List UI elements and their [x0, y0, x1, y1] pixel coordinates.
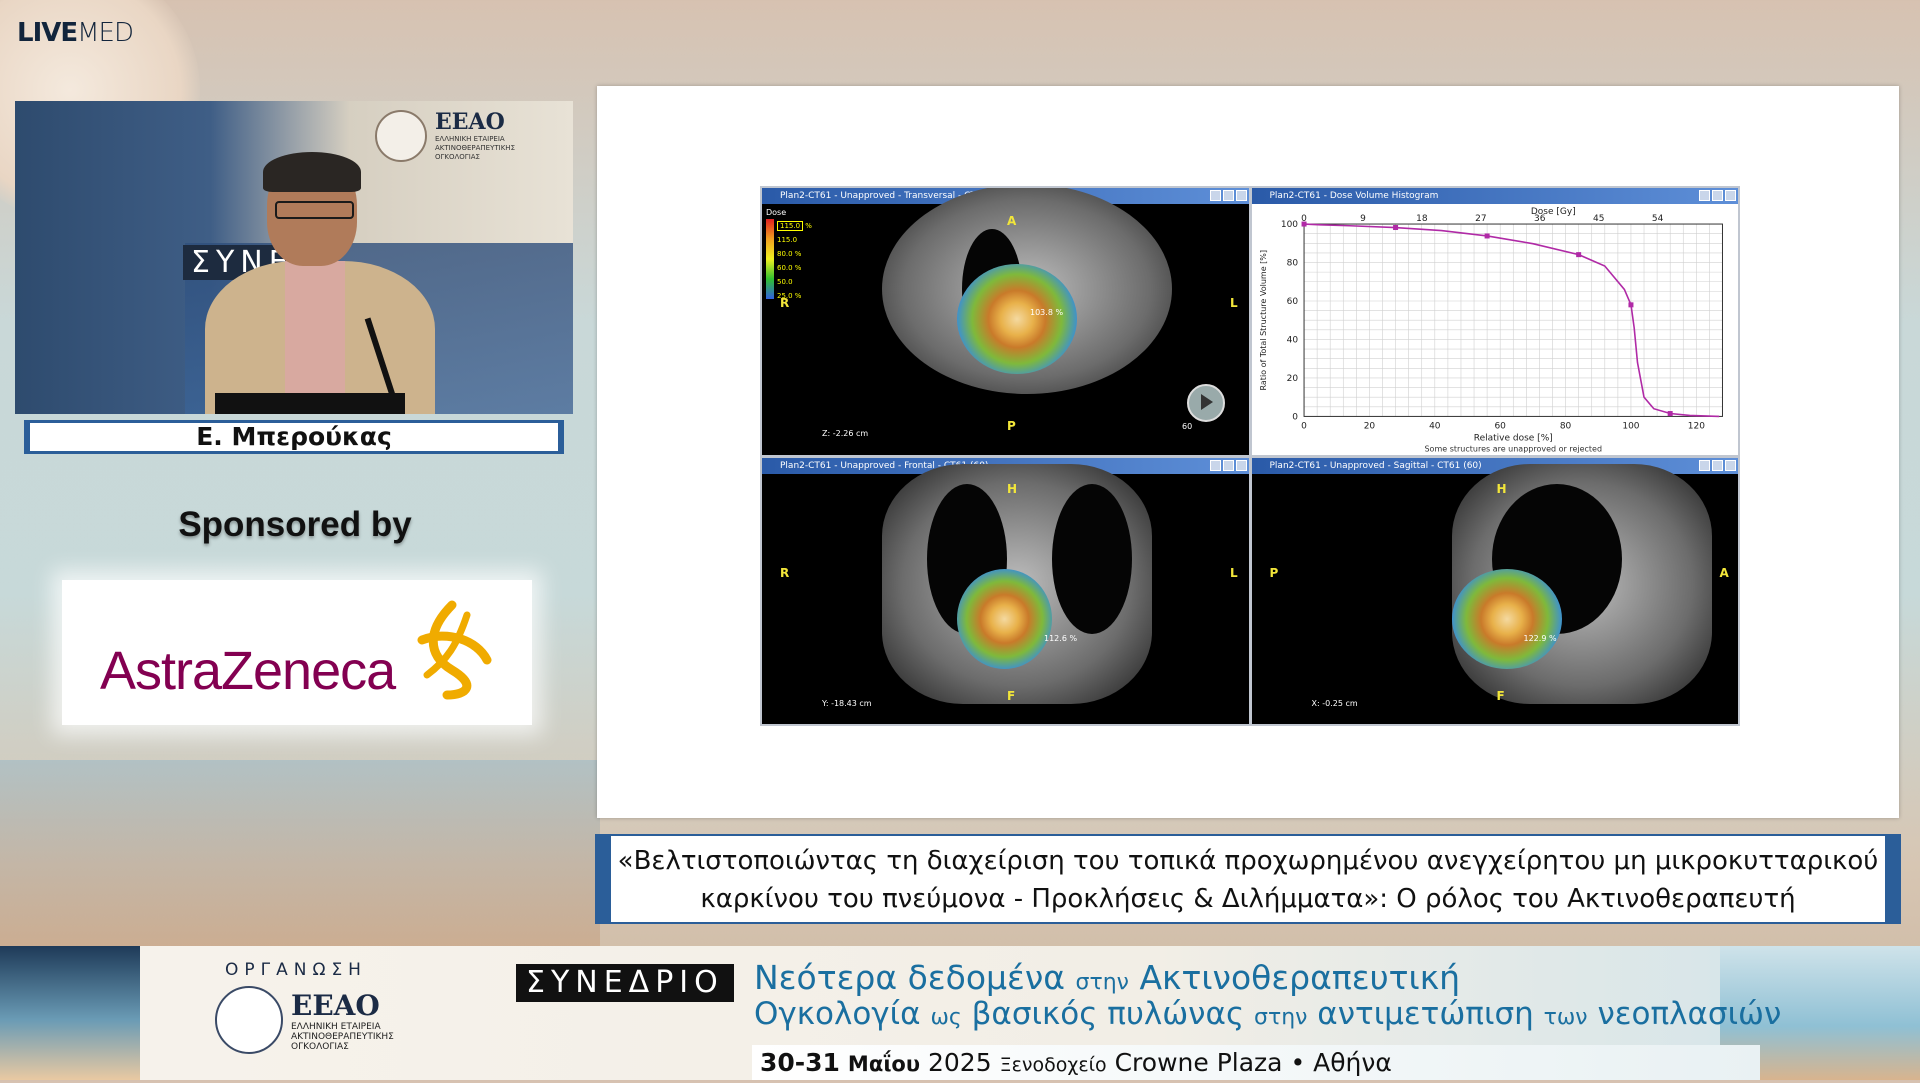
y-tick-label: 40 — [1286, 335, 1298, 345]
speaker-video: ΣΥΝΕ ΕΕΑΟ ΕΛΛΗΝΙΚΗ ΕΤΑΙΡΕΙΑ ΑΚΤΙΝΟΘΕΡΑΠΕ… — [15, 101, 573, 414]
dvh-point — [1627, 302, 1633, 308]
x-tick-label: 60 — [1494, 421, 1506, 431]
x-tick-label: 120 — [1687, 421, 1704, 431]
play-button[interactable] — [1187, 384, 1225, 422]
maximize-icon[interactable] — [1222, 459, 1234, 471]
dvh-point — [1484, 233, 1490, 239]
sagittal-view: Plan2-CT61 - Unapproved - Sagittal - CT6… — [1251, 457, 1738, 724]
x-tick-label: 40 — [1429, 421, 1441, 431]
chart-note: Some structures are unapproved or reject… — [1424, 444, 1602, 453]
maximize-icon[interactable] — [1712, 459, 1723, 471]
x-top-tick-label: 45 — [1592, 214, 1603, 224]
close-icon[interactable] — [1725, 190, 1736, 201]
seal-icon — [375, 109, 427, 162]
maximize-icon[interactable] — [1712, 190, 1723, 201]
synedrio-label: ΣΥΝΕΔΡΙΟ — [516, 964, 734, 1002]
x-tick-label: 20 — [1363, 421, 1375, 431]
dvh-point — [1392, 224, 1398, 231]
talk-title: «Βελτιστοποιώντας τη διαχείριση του τοπι… — [595, 834, 1901, 924]
astrazeneca-symbol-icon — [417, 600, 492, 700]
x-tick-label: 0 — [1301, 421, 1307, 431]
treatment-plan-grid: Plan2-CT61 - Unapproved - Transversal - … — [760, 186, 1740, 726]
maximize-icon[interactable] — [1222, 190, 1234, 201]
pane-titlebar: Plan2-CT61 - Dose Volume Histogram — [1251, 188, 1738, 204]
dose-distribution — [1451, 568, 1562, 669]
dvh-point — [1667, 411, 1673, 417]
organizer-label: ΟΡΓΑΝΩΣΗ — [225, 960, 367, 980]
x-top-tick-label: 18 — [1416, 214, 1428, 224]
minimize-icon[interactable] — [1209, 459, 1221, 471]
sponsor-logo: AstraZeneca — [62, 580, 532, 725]
y-tick-label: 60 — [1286, 297, 1298, 307]
x-top-tick-label: 27 — [1475, 214, 1486, 224]
close-icon[interactable] — [1235, 459, 1247, 471]
livemed-logo: LIVEMED — [17, 18, 134, 48]
dose-legend: Dose 115.0 % 115.0 80.0 % 60.0 % 50.0 25… — [766, 208, 812, 300]
footer-artwork-left — [0, 946, 140, 1080]
x-axis-label: Relative dose [%] — [1473, 433, 1552, 443]
dose-distribution — [957, 264, 1077, 374]
backdrop-org-logo: ΕΕΑΟ ΕΛΛΗΝΙΚΗ ΕΤΑΙΡΕΙΑ ΑΚΤΙΝΟΘΕΡΑΠΕΥΤΙΚΗ… — [375, 109, 525, 162]
y-tick-label: 80 — [1286, 259, 1298, 269]
conference-date-venue: 30-31 Μαΐου 2025 Ξενοδοχείο Crowne Plaza… — [752, 1045, 1760, 1080]
conference-title-line2: Ογκολογία ως βασικός πυλώνας στην αντιμε… — [754, 996, 1782, 1032]
x-tick-label: 100 — [1622, 421, 1639, 431]
y-tick-label: 100 — [1280, 220, 1297, 230]
dvh-point — [1301, 221, 1307, 227]
close-icon[interactable] — [1725, 459, 1736, 471]
conference-title-line1: Νεότερα δεδομένα στην Ακτινοθεραπευτική — [754, 958, 1461, 997]
minimize-icon[interactable] — [1209, 190, 1221, 201]
laptop — [215, 393, 405, 414]
dvh-view: Plan2-CT61 - Dose Volume Histogram 0 20 40… — [1251, 188, 1738, 455]
y-tick-label: 0 — [1292, 412, 1298, 422]
x-top-axis-label: Dose [Gy] — [1530, 207, 1575, 217]
minimize-icon[interactable] — [1699, 459, 1710, 471]
dose-distribution — [957, 568, 1052, 669]
sponsored-label: Sponsored by — [178, 505, 412, 544]
dvh-chart-area: 0 20 40 60 80 100 120 0 9 18 27 36 45 54 0 20 40 60 80 100 R… — [1251, 204, 1738, 455]
transversal-view: Plan2-CT61 - Unapproved - Transversal - … — [762, 188, 1249, 455]
close-icon[interactable] — [1235, 190, 1247, 201]
dose-colorbar — [766, 219, 774, 299]
x-top-tick-label: 9 — [1360, 214, 1366, 224]
presentation-slide: Plan2-CT61 - Unapproved - Transversal - … — [597, 86, 1899, 818]
conference-footer: ΟΡΓΑΝΩΣΗ ΕΕΑΟ ΕΛΛΗΝΙΚΗ ΕΤΑΙΡΕΙΑ ΑΚΤΙΝΟΘΕ… — [0, 946, 1920, 1080]
x-tick-label: 80 — [1559, 421, 1571, 431]
sponsor-name: AstraZeneca — [100, 641, 396, 701]
organizer-logo: ΕΕΑΟ ΕΛΛΗΝΙΚΗ ΕΤΑΙΡΕΙΑ ΑΚΤΙΝΟΘΕΡΑΠΕΥΤΙΚΗ… — [215, 986, 431, 1054]
dvh-point — [1575, 252, 1581, 258]
speaker-figure — [205, 152, 465, 414]
speaker-name: Ε. Μπερούκας — [24, 420, 564, 454]
x-top-tick-label: 54 — [1651, 214, 1663, 224]
frontal-view: Plan2-CT61 - Unapproved - Frontal - CT61… — [762, 457, 1249, 724]
dvh-chart: 0 20 40 60 80 100 1200 9 18 27 36 45 54020406080100R… — [1259, 207, 1723, 453]
background-walkway — [0, 760, 600, 960]
y-tick-label: 20 — [1286, 374, 1298, 384]
seal-icon — [215, 986, 283, 1054]
minimize-icon[interactable] — [1699, 190, 1710, 201]
y-axis-label: Ratio of Total Structure Volume [%] — [1259, 250, 1268, 391]
